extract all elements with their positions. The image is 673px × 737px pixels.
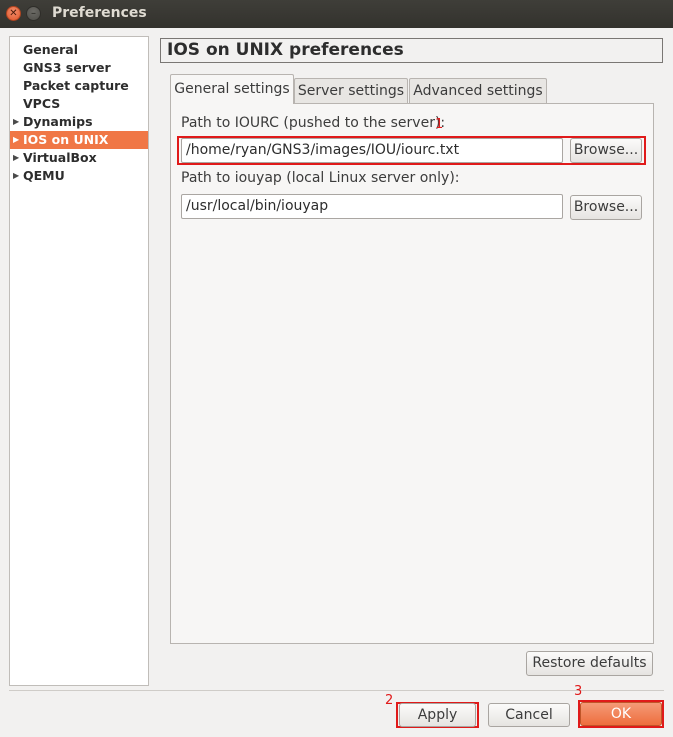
sidebar-item-label: General bbox=[23, 42, 78, 57]
close-icon[interactable]: ✕ bbox=[6, 6, 21, 21]
page-title: IOS on UNIX preferences bbox=[160, 38, 663, 63]
sidebar-item-qemu[interactable]: ▶ QEMU bbox=[10, 167, 148, 185]
sidebar-item-label: IOS on UNIX bbox=[23, 132, 109, 147]
sidebar-item-label: QEMU bbox=[23, 168, 65, 183]
ok-button[interactable]: OK bbox=[580, 702, 662, 726]
sidebar-item-ios-on-unix[interactable]: ▶ IOS on UNIX bbox=[10, 131, 148, 149]
annotation-marker-3: 3 bbox=[574, 684, 583, 699]
tab-server-settings[interactable]: Server settings bbox=[294, 78, 408, 104]
browse-iouyap-button[interactable]: Browse... bbox=[570, 195, 642, 220]
title-bar: ✕ – Preferences bbox=[0, 0, 673, 28]
iouyap-path-label: Path to iouyap (local Linux server only)… bbox=[181, 170, 460, 186]
sidebar-item-virtualbox[interactable]: ▶ VirtualBox bbox=[10, 149, 148, 167]
sidebar-item-gns3-server[interactable]: GNS3 server bbox=[10, 59, 148, 77]
restore-defaults-button[interactable]: Restore defaults bbox=[526, 651, 653, 676]
annotation-marker-2: 2 bbox=[385, 693, 394, 708]
iourc-path-input[interactable]: /home/ryan/GNS3/images/IOU/iourc.txt bbox=[181, 138, 563, 163]
window-title: Preferences bbox=[52, 5, 147, 21]
sidebar-item-label: GNS3 server bbox=[23, 60, 111, 75]
sidebar-item-label: Packet capture bbox=[23, 78, 129, 93]
browse-iourc-button[interactable]: Browse... bbox=[570, 138, 642, 163]
expand-arrow-icon[interactable]: ▶ bbox=[13, 167, 19, 185]
tab-general-settings[interactable]: General settings bbox=[170, 74, 294, 104]
sidebar-item-packet-capture[interactable]: Packet capture bbox=[10, 77, 148, 95]
expand-arrow-icon[interactable]: ▶ bbox=[13, 131, 19, 149]
separator bbox=[9, 690, 664, 691]
expand-arrow-icon[interactable]: ▶ bbox=[13, 149, 19, 167]
expand-arrow-icon[interactable]: ▶ bbox=[13, 113, 19, 131]
iouyap-path-input[interactable]: /usr/local/bin/iouyap bbox=[181, 194, 563, 219]
cancel-button[interactable]: Cancel bbox=[488, 703, 570, 727]
minimize-icon[interactable]: – bbox=[26, 6, 41, 21]
sidebar-item-label: Dynamips bbox=[23, 114, 93, 129]
sidebar-item-dynamips[interactable]: ▶ Dynamips bbox=[10, 113, 148, 131]
tab-advanced-settings[interactable]: Advanced settings bbox=[409, 78, 547, 104]
sidebar-item-general[interactable]: General bbox=[10, 41, 148, 59]
annotation-marker-1: 1 bbox=[435, 117, 444, 132]
sidebar-item-label: VPCS bbox=[23, 96, 61, 111]
sidebar-item-label: VirtualBox bbox=[23, 150, 97, 165]
apply-button[interactable]: Apply bbox=[399, 703, 476, 727]
preferences-sidebar: General GNS3 server Packet capture VPCS … bbox=[9, 36, 149, 686]
iourc-path-label: Path to IOURC (pushed to the server): bbox=[181, 115, 446, 131]
sidebar-item-vpcs[interactable]: VPCS bbox=[10, 95, 148, 113]
